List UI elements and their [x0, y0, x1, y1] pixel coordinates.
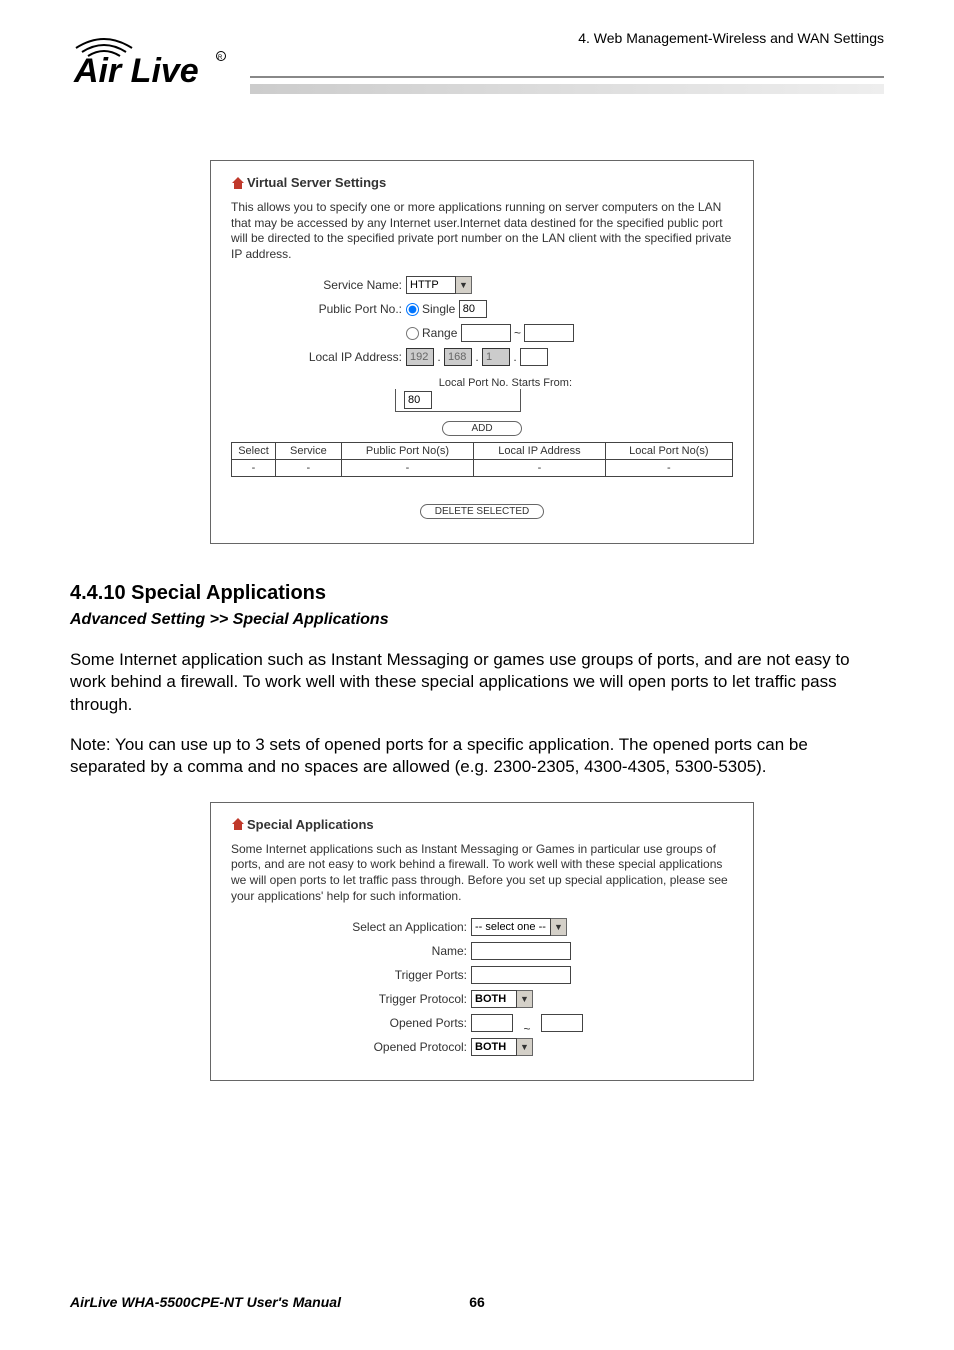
chevron-down-icon[interactable]: ▼: [551, 918, 567, 936]
body-para-2: Note: You can use up to 3 sets of opened…: [70, 734, 884, 778]
panel-title: Virtual Server Settings: [231, 175, 733, 190]
service-name-select[interactable]: [406, 276, 456, 294]
page-number: 66: [469, 1294, 485, 1310]
public-port-label: Public Port No.:: [231, 302, 406, 316]
header-rule-top: [250, 76, 884, 78]
panel2-description: Some Internet applications such as Insta…: [231, 842, 733, 904]
panel2-title: Special Applications: [231, 817, 733, 832]
section-heading: 4.4.10 Special Applications: [70, 582, 884, 605]
select-app-label: Select an Application:: [231, 920, 471, 934]
home-icon: [231, 176, 245, 190]
local-port-input[interactable]: [404, 391, 432, 409]
range-radio[interactable]: [406, 327, 419, 340]
th-select: Select: [232, 443, 276, 460]
range-from-input[interactable]: [461, 324, 511, 342]
chevron-down-icon[interactable]: ▼: [517, 1038, 533, 1056]
th-local-port: Local Port No(s): [605, 443, 732, 460]
special-apps-panel: Special Applications Some Internet appli…: [210, 802, 754, 1081]
panel2-title-text: Special Applications: [247, 817, 374, 832]
opened-ports-label: Opened Ports:: [231, 1016, 471, 1030]
opened-protocol-select[interactable]: [471, 1038, 517, 1056]
trigger-ports-input[interactable]: [471, 966, 571, 984]
trigger-protocol-select[interactable]: [471, 990, 517, 1008]
local-port-fieldset: Local Port No. Starts From:: [395, 384, 521, 412]
th-service: Service: [276, 443, 342, 460]
trigger-protocol-label: Trigger Protocol:: [231, 992, 471, 1006]
select-app-dropdown[interactable]: [471, 918, 551, 936]
body-para-1: Some Internet application such as Instan…: [70, 649, 884, 715]
opened-ports-to[interactable]: [541, 1014, 583, 1032]
single-label: Single: [422, 302, 455, 316]
virtual-server-panel: Virtual Server Settings This allows you …: [210, 160, 754, 544]
opened-protocol-label: Opened Protocol:: [231, 1040, 471, 1054]
home-icon: [231, 817, 245, 831]
range-label: Range: [422, 326, 457, 340]
delete-selected-button[interactable]: DELETE SELECTED: [420, 504, 544, 519]
ip-octet-1[interactable]: [406, 348, 434, 366]
name-input[interactable]: [471, 942, 571, 960]
trigger-ports-label: Trigger Ports:: [231, 968, 471, 982]
ip-octet-4[interactable]: [520, 348, 548, 366]
service-name-label: Service Name:: [231, 278, 406, 292]
panel-title-text: Virtual Server Settings: [247, 175, 386, 190]
add-button[interactable]: ADD: [442, 421, 521, 436]
airlive-logo: Air Live R: [70, 30, 230, 95]
header-rule-shade: [250, 84, 884, 94]
local-ip-label: Local IP Address:: [231, 350, 406, 364]
table-row: - - - - -: [232, 460, 733, 477]
chapter-label: 4. Web Management-Wireless and WAN Setti…: [578, 30, 884, 46]
single-port-input[interactable]: [459, 300, 487, 318]
svg-text:R: R: [218, 55, 223, 61]
range-to-input[interactable]: [524, 324, 574, 342]
manual-title: AirLive WHA-5500CPE-NT User's Manual: [70, 1294, 341, 1310]
ip-octet-3[interactable]: [482, 348, 510, 366]
chevron-down-icon[interactable]: ▼: [456, 276, 472, 294]
page-footer: AirLive WHA-5500CPE-NT User's Manual 66: [70, 1294, 884, 1310]
breadcrumb: Advanced Setting >> Special Applications: [70, 611, 884, 629]
panel-description: This allows you to specify one or more a…: [231, 200, 733, 262]
virtual-server-table: Select Service Public Port No(s) Local I…: [231, 442, 733, 477]
ip-octet-2[interactable]: [444, 348, 472, 366]
th-local-ip: Local IP Address: [474, 443, 605, 460]
name-label: Name:: [231, 944, 471, 958]
local-port-legend: Local Port No. Starts From:: [376, 377, 576, 389]
opened-ports-from[interactable]: [471, 1014, 513, 1032]
single-radio[interactable]: [406, 303, 419, 316]
svg-text:Air Live: Air Live: [73, 52, 199, 90]
tilde-separator: ~: [523, 1022, 530, 1036]
chevron-down-icon[interactable]: ▼: [517, 990, 533, 1008]
th-public-port: Public Port No(s): [341, 443, 474, 460]
